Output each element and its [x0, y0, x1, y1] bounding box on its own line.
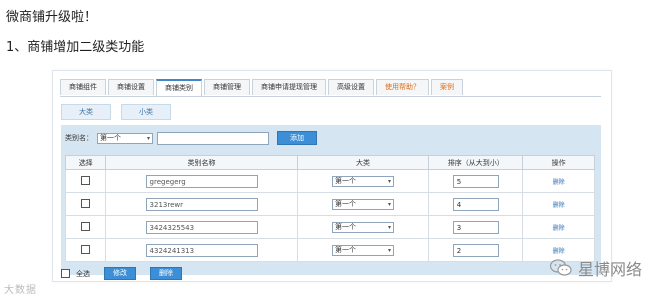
tab-shop-category[interactable]: 商铺类别	[156, 79, 202, 96]
table-row: 3424325543 第一个 ▾ 3 删除	[64, 215, 595, 239]
major-category-select[interactable]: 第一个 ▾	[332, 175, 394, 187]
watermark-right-text: 星博网络	[577, 260, 642, 279]
major-category-select[interactable]: 第一个 ▾	[332, 244, 394, 256]
tab-cases[interactable]: 案例	[431, 79, 463, 95]
sub-tabs: 大类 小类	[61, 104, 171, 120]
major-category-select-value: 第一个	[335, 177, 356, 185]
delete-link[interactable]: 删除	[553, 179, 565, 186]
major-category-select[interactable]: 第一个 ▾	[332, 221, 394, 233]
major-category-select-value: 第一个	[335, 200, 356, 208]
category-name-field[interactable]: gregegerg	[145, 174, 258, 188]
chevron-down-icon: ▾	[146, 134, 150, 142]
subtab-minor-category[interactable]: 小类	[121, 104, 171, 120]
order-field[interactable]: 2	[452, 243, 499, 257]
edit-button[interactable]: 修改	[104, 267, 136, 280]
add-button[interactable]: 添加	[277, 131, 317, 145]
major-category-select[interactable]: 第一个 ▾	[332, 198, 394, 210]
tab-divider	[60, 96, 601, 97]
row-checkbox[interactable]	[81, 244, 91, 254]
order-field[interactable]: 3	[452, 220, 499, 234]
delete-button[interactable]: 删除	[150, 267, 182, 280]
select-all-label: 全选	[76, 269, 90, 278]
main-tabs: 商铺组件 商铺设置 商铺类别 商铺管理 商铺申请提现管理 高级设置 使用帮助？ …	[60, 79, 463, 96]
major-category-select-value: 第一个	[335, 246, 356, 254]
tab-advanced-settings[interactable]: 高级设置	[328, 79, 374, 95]
row-checkbox[interactable]	[81, 198, 91, 208]
tab-shop-settings[interactable]: 商铺设置	[108, 79, 154, 95]
delete-link[interactable]: 删除	[553, 202, 565, 209]
subtab-major-category[interactable]: 大类	[61, 104, 111, 120]
category-table: 选择 类别名称 大类 排序（从大到小） 操作 gregegerg 第一个 ▾ 5 …	[64, 155, 595, 262]
chevron-down-icon: ▾	[387, 246, 391, 254]
order-field[interactable]: 5	[452, 174, 499, 188]
table-row: gregegerg 第一个 ▾ 5 删除	[64, 169, 595, 193]
category-name-field[interactable]: 4324241313	[145, 243, 258, 257]
left-watermark: 大数据	[4, 281, 37, 296]
table-header-row: 选择 类别名称 大类 排序（从大到小） 操作	[64, 155, 595, 170]
wechat-icon	[549, 259, 572, 276]
intro-line-2: 1、商铺增加二级类功能	[6, 40, 145, 55]
category-content: 类别名： 第一个 ▾ 添加 选择 类别名称 大类 排序（从大到小） 操作 gre…	[61, 125, 601, 275]
header-major-category: 大类	[296, 155, 430, 170]
filter-bar: 类别名： 第一个 ▾ 添加	[65, 131, 317, 145]
major-category-select-value: 第一个	[335, 223, 356, 231]
chevron-down-icon: ▾	[387, 177, 391, 185]
category-select-value: 第一个	[100, 134, 121, 142]
category-name-label: 类别名：	[65, 134, 93, 142]
header-order: 排序（从大到小）	[428, 155, 524, 170]
watermark-left-text: 大数据	[4, 285, 37, 296]
tab-withdrawal-management[interactable]: 商铺申请提现管理	[252, 79, 326, 95]
row-checkbox[interactable]	[81, 221, 91, 231]
header-select: 选择	[64, 155, 107, 170]
header-actions: 操作	[522, 155, 595, 170]
chevron-down-icon: ▾	[387, 223, 391, 231]
intro-line-1: 微商铺升级啦！	[6, 10, 98, 25]
tab-help[interactable]: 使用帮助？	[376, 79, 429, 95]
category-name-field[interactable]: 3424325543	[145, 220, 258, 234]
order-field[interactable]: 4	[452, 197, 499, 211]
category-name-field[interactable]: 3213rewr	[145, 197, 258, 211]
footer-actions: 全选 修改 删除	[61, 267, 182, 280]
tab-shop-components[interactable]: 商铺组件	[60, 79, 106, 95]
shop-admin-panel: 商铺组件 商铺设置 商铺类别 商铺管理 商铺申请提现管理 高级设置 使用帮助？ …	[52, 70, 612, 282]
tab-shop-management[interactable]: 商铺管理	[204, 79, 250, 95]
new-category-input[interactable]	[157, 131, 269, 145]
select-all-checkbox[interactable]	[61, 269, 70, 278]
right-watermark: 星博网络	[549, 256, 642, 280]
table-row: 4324241313 第一个 ▾ 2 删除	[64, 238, 595, 262]
delete-link[interactable]: 删除	[553, 225, 565, 232]
table-row: 3213rewr 第一个 ▾ 4 删除	[64, 192, 595, 216]
header-category-name: 类别名称	[105, 155, 298, 170]
category-select[interactable]: 第一个 ▾	[97, 132, 153, 144]
chevron-down-icon: ▾	[387, 200, 391, 208]
row-checkbox[interactable]	[81, 175, 91, 185]
delete-link[interactable]: 删除	[553, 248, 565, 255]
